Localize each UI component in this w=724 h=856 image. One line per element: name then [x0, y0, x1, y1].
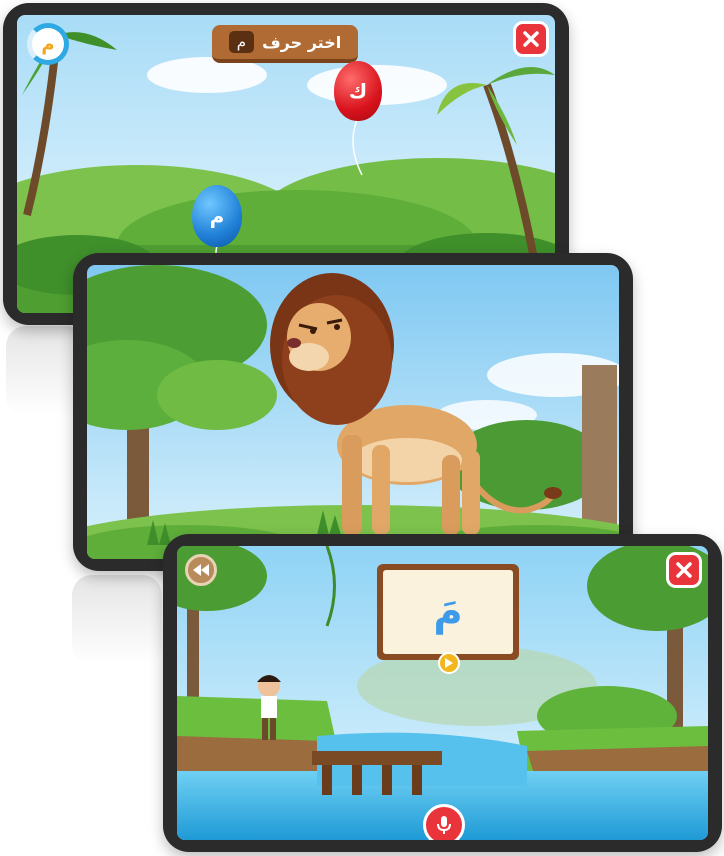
- microphone-button[interactable]: [423, 804, 465, 840]
- tablet-reflection: [72, 575, 162, 665]
- tablet-screen-lion: [73, 253, 633, 571]
- letter-card: مَ: [377, 564, 519, 660]
- balloon-red[interactable]: ك: [334, 61, 382, 121]
- rewind-button[interactable]: [185, 554, 217, 586]
- tablet-screen-pronounce: مَ: [163, 534, 722, 852]
- title-plank: اختر حرف م: [212, 25, 358, 63]
- timer-icon: م: [27, 23, 69, 65]
- pronounce-screen: مَ: [177, 546, 708, 840]
- card-letter: مَ: [433, 589, 463, 635]
- balloon-red-letter: ك: [348, 79, 368, 103]
- close-icon: [523, 31, 539, 47]
- play-sound-button[interactable]: [438, 652, 460, 674]
- close-icon: [676, 562, 692, 578]
- story-screen: [87, 265, 619, 559]
- lion-scene: [87, 265, 619, 559]
- close-button[interactable]: [666, 552, 702, 588]
- title-letter-badge: م: [228, 31, 255, 53]
- balloon-blue[interactable]: م: [192, 185, 242, 247]
- letter-card-face: مَ: [383, 570, 513, 654]
- timer-letter: م: [41, 33, 55, 55]
- balloon-blue-letter: م: [209, 204, 225, 228]
- microphone-icon: [437, 816, 451, 834]
- title-label: اختر حرف: [262, 32, 342, 52]
- rewind-icon: [193, 564, 209, 576]
- close-button[interactable]: [513, 21, 549, 57]
- play-icon: [445, 658, 453, 668]
